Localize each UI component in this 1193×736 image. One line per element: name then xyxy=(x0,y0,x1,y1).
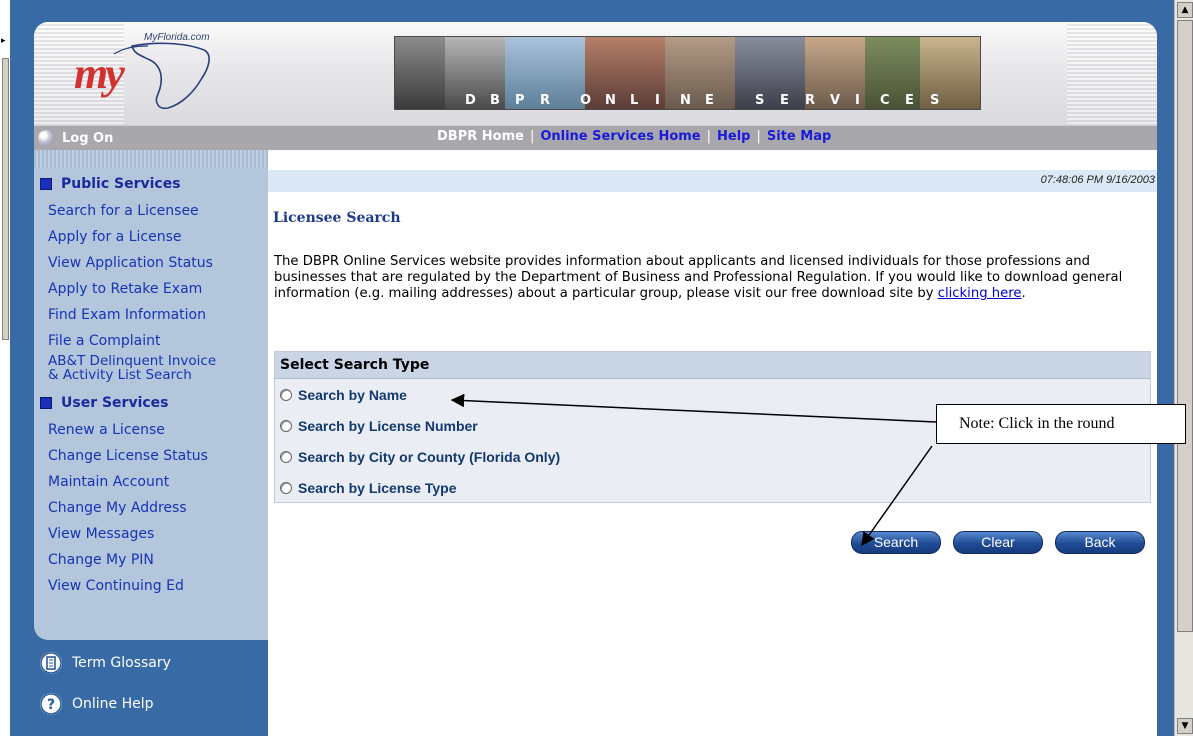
annotation-arrows xyxy=(450,393,937,547)
arrow-to-search-button xyxy=(861,445,933,547)
arrow-to-radio xyxy=(450,393,937,423)
annotation-note: Note: Click in the round xyxy=(936,404,1186,444)
